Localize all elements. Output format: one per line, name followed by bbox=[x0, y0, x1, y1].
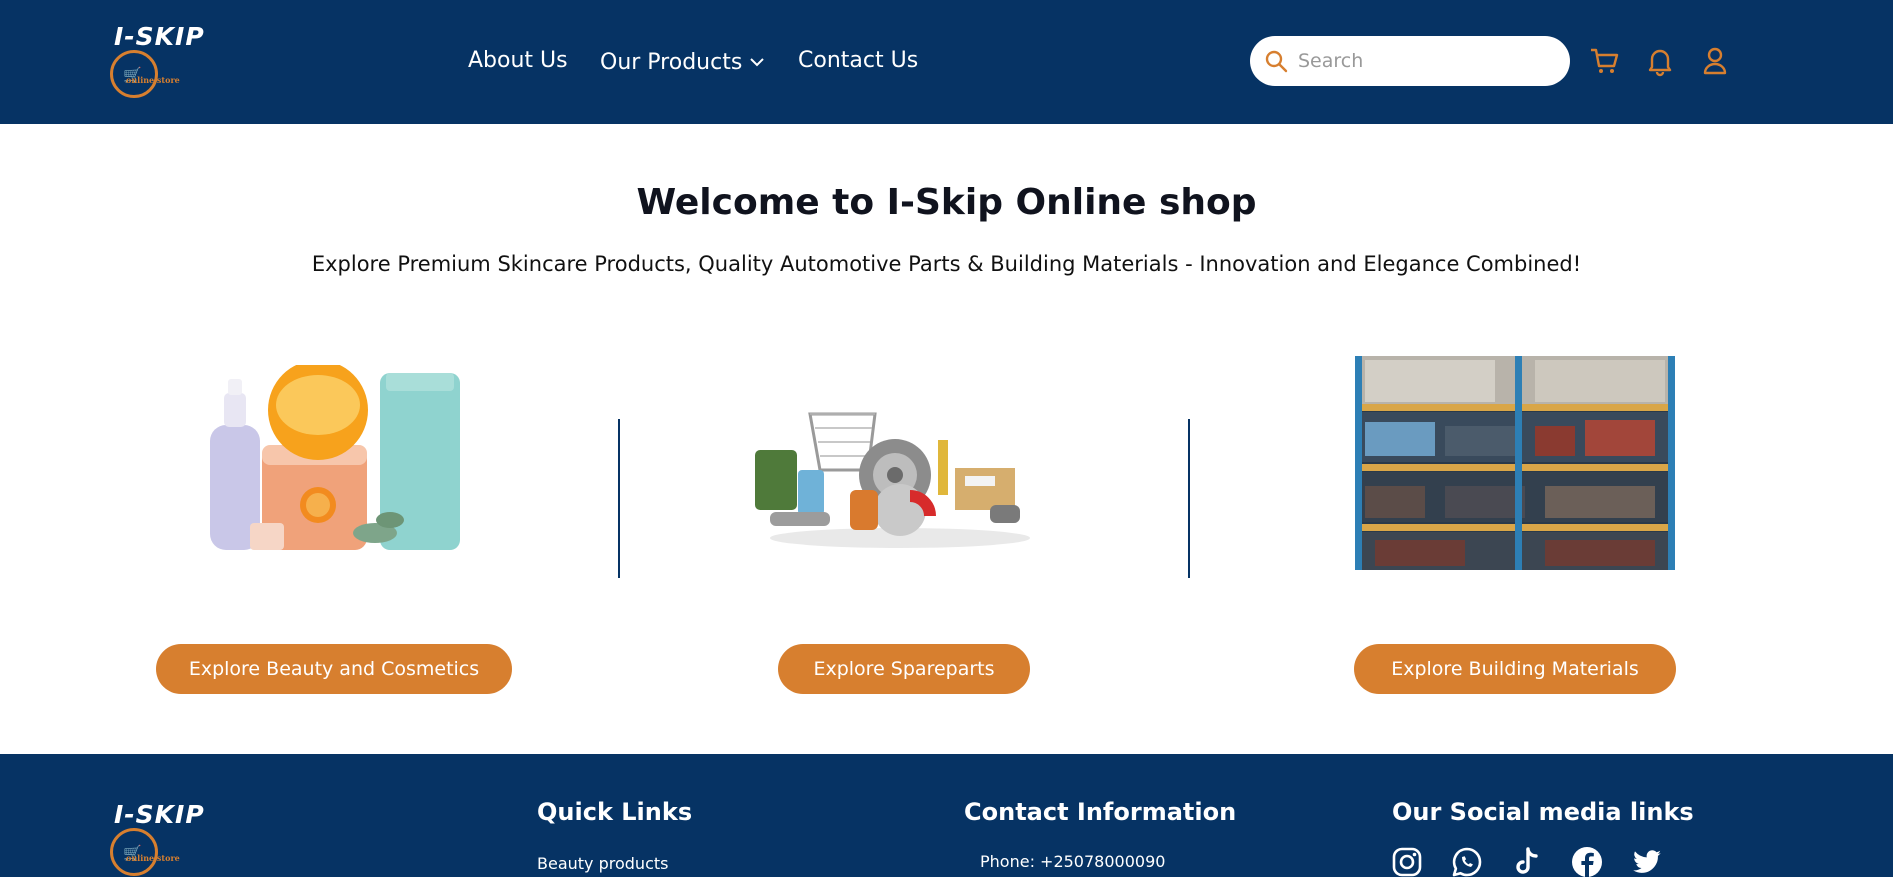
page-title: Welcome to I-Skip Online shop bbox=[636, 182, 1257, 223]
nav-our-products-label: Our Products bbox=[600, 50, 743, 75]
brand-logo[interactable]: I-SKIP 🛒 online store bbox=[110, 20, 220, 100]
nav-our-products[interactable]: Our Products bbox=[600, 48, 765, 75]
nav-about-us[interactable]: About Us bbox=[468, 48, 568, 73]
footer-brand-logo[interactable]: I-SKIP 🛒 online store bbox=[110, 798, 220, 878]
bell-icon[interactable] bbox=[1643, 44, 1677, 78]
brand-logo-text: I-SKIP bbox=[114, 22, 205, 51]
explore-beauty-button[interactable]: Explore Beauty and Cosmetics bbox=[156, 644, 512, 694]
footer-quick-links-heading: Quick Links bbox=[537, 798, 693, 826]
cart-icon[interactable] bbox=[1588, 44, 1622, 78]
facebook-icon[interactable] bbox=[1571, 846, 1603, 878]
footer-social-heading: Our Social media links bbox=[1392, 798, 1694, 826]
site-footer: I-SKIP 🛒 online store Quick Links Beauty… bbox=[0, 754, 1893, 877]
building-materials-image bbox=[1355, 356, 1675, 570]
footer-link-beauty-products[interactable]: Beauty products bbox=[537, 854, 668, 873]
explore-building-materials-button[interactable]: Explore Building Materials bbox=[1354, 644, 1676, 694]
brand-tagline: online store bbox=[126, 75, 180, 85]
search-input[interactable] bbox=[1298, 44, 1548, 78]
footer-brand-logo-text: I-SKIP bbox=[114, 800, 205, 829]
search-box bbox=[1250, 36, 1570, 86]
nav-contact-us[interactable]: Contact Us bbox=[798, 48, 918, 73]
instagram-icon[interactable] bbox=[1391, 846, 1423, 878]
tiktok-icon[interactable] bbox=[1511, 846, 1543, 878]
footer-phone: Phone: +25078000090 bbox=[980, 852, 1166, 871]
chevron-down-icon bbox=[750, 48, 765, 73]
footer-contact-heading: Contact Information bbox=[964, 798, 1237, 826]
twitter-icon[interactable] bbox=[1631, 846, 1663, 878]
footer-brand-tagline: online store bbox=[126, 853, 180, 863]
whatsapp-icon[interactable] bbox=[1451, 846, 1483, 878]
beauty-products-image bbox=[200, 360, 470, 560]
category-divider bbox=[1188, 419, 1190, 578]
spareparts-image bbox=[750, 400, 1040, 550]
page-subtitle: Explore Premium Skincare Products, Quali… bbox=[311, 252, 1582, 276]
top-navbar: I-SKIP 🛒 online store About Us Our Produ… bbox=[0, 0, 1893, 124]
user-icon[interactable] bbox=[1698, 44, 1732, 78]
search-icon bbox=[1264, 49, 1288, 77]
category-divider bbox=[618, 419, 620, 578]
explore-spareparts-button[interactable]: Explore Spareparts bbox=[778, 644, 1030, 694]
